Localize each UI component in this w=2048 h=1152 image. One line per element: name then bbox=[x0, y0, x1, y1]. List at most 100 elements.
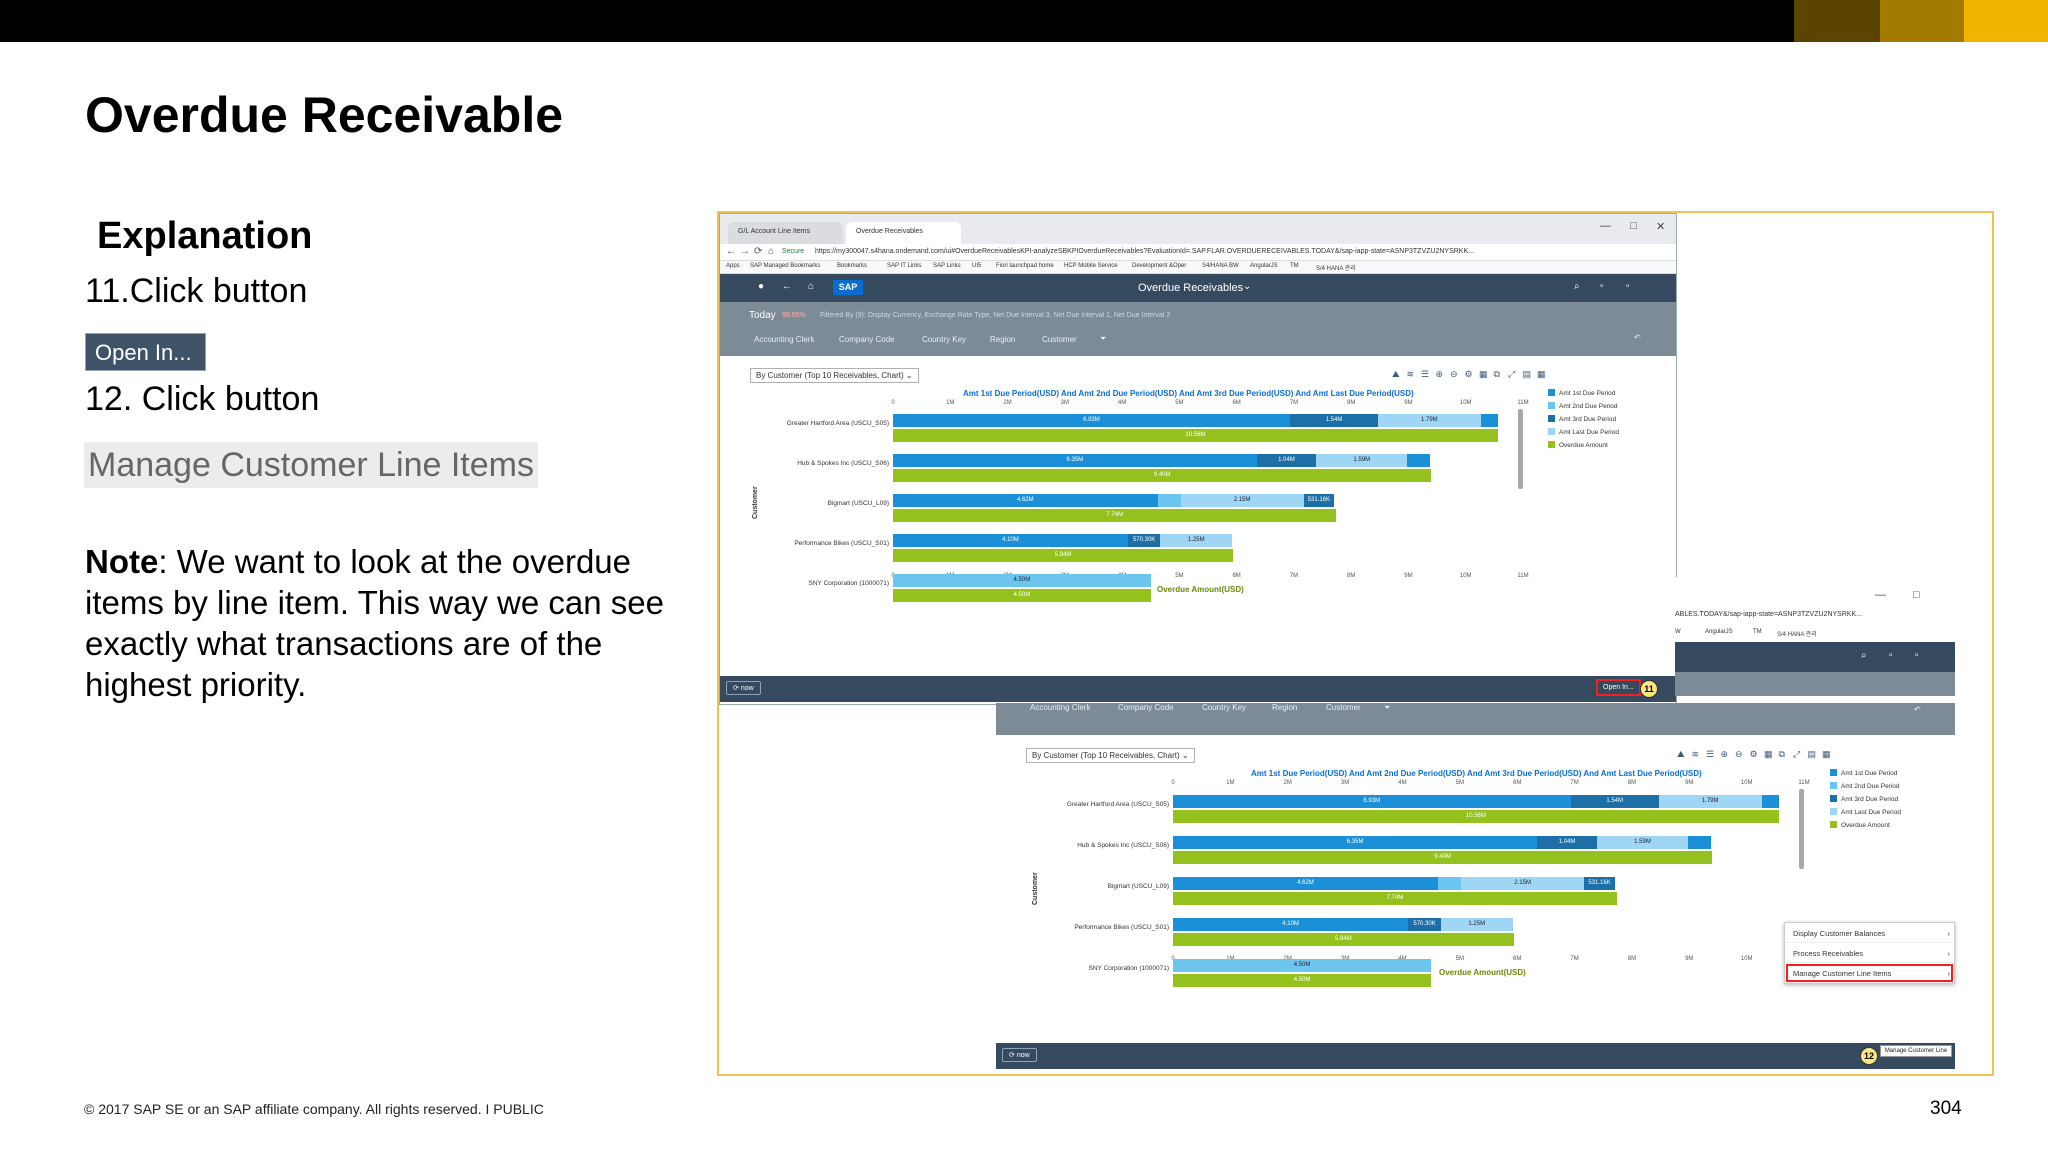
chart-toolbar-icon[interactable]: ▦ bbox=[1822, 749, 1831, 760]
chart-toolbar-icon[interactable]: ⤢ bbox=[1508, 369, 1515, 380]
home-icon[interactable]: ⌂ bbox=[768, 246, 774, 257]
browser-tab-overdue[interactable]: Overdue Receivables bbox=[846, 222, 961, 244]
filter-icon[interactable]: ⏷ bbox=[1100, 334, 1106, 344]
legend-label: Amt 3rd Due Period bbox=[1841, 796, 1899, 803]
notifications-icon[interactable]: ▫ bbox=[1889, 650, 1893, 661]
refresh-now-button[interactable]: ⟳ now bbox=[726, 681, 761, 695]
kpi-header-2-right bbox=[1675, 672, 1955, 696]
category-label: Performance Bikes (USCU_S01) bbox=[1074, 924, 1169, 931]
bookmark-item[interactable]: SAP IT Links bbox=[887, 263, 921, 269]
search-icon[interactable]: ⌕ bbox=[1861, 650, 1867, 661]
chart-toolbar-icon[interactable]: ⚙ bbox=[1750, 749, 1758, 760]
chevron-down-icon[interactable]: ⌄ bbox=[1243, 281, 1251, 292]
bookmark-item[interactable]: S/4 HANA 관리 bbox=[1316, 263, 1356, 272]
menu-item-manage-customer-line-items[interactable]: Manage Customer Line Items › bbox=[1785, 963, 1954, 983]
chart-toolbar-icon[interactable]: ▦ bbox=[1764, 749, 1773, 760]
home-icon[interactable]: ⌂ bbox=[808, 281, 814, 292]
app-title[interactable]: Overdue Receivables bbox=[1138, 282, 1243, 294]
menu-item-display-customer-balances[interactable]: Display Customer Balances › bbox=[1785, 923, 1954, 943]
chart-toolbar-icon[interactable]: ⧉ bbox=[1779, 749, 1785, 760]
copilot-icon[interactable]: ▫ bbox=[1915, 650, 1919, 661]
bookmark-item[interactable]: TM bbox=[1753, 629, 1762, 635]
address-bar[interactable]: ← → ⟳ ⌂ Secure https://my300047.s4hana.o… bbox=[720, 244, 1676, 261]
forward-icon[interactable]: → bbox=[740, 246, 750, 257]
chart-toolbar-icon[interactable]: ☰ bbox=[1421, 369, 1429, 380]
bookmark-item[interactable]: UI5 bbox=[972, 263, 981, 269]
chart-toolbar-icon[interactable]: ⧉ bbox=[1494, 369, 1500, 380]
undo-icon[interactable]: ↶ bbox=[1914, 705, 1921, 714]
search-icon[interactable]: ⌕ bbox=[1574, 281, 1580, 292]
maximize-icon[interactable]: □ bbox=[1913, 589, 1920, 601]
bookmark-item[interactable]: S/4 HANA 관리 bbox=[1777, 629, 1817, 638]
filter-icon[interactable]: ⏷ bbox=[1384, 703, 1390, 713]
back-icon[interactable]: ← bbox=[726, 246, 736, 257]
bookmark-item[interactable]: AngularJS bbox=[1250, 263, 1278, 269]
reload-icon[interactable]: ⟳ bbox=[754, 246, 762, 257]
bookmark-item[interactable]: SAP Links bbox=[933, 263, 961, 269]
filter-company-code[interactable]: Company Code bbox=[1118, 703, 1174, 712]
filter-accounting-clerk[interactable]: Accounting Clerk bbox=[1030, 703, 1090, 712]
chart-toolbar-icon[interactable]: ▤ bbox=[1523, 369, 1532, 380]
maximize-icon[interactable]: □ bbox=[1630, 220, 1637, 232]
notifications-icon[interactable]: ▫ bbox=[1600, 281, 1604, 292]
page-number: 304 bbox=[1930, 1098, 1962, 1119]
filter-company-code[interactable]: Company Code bbox=[839, 335, 895, 344]
filter-country-key[interactable]: Country Key bbox=[1202, 703, 1246, 712]
x-tick-top: 4M bbox=[1398, 780, 1407, 786]
chart-toolbar-icon[interactable]: ▤ bbox=[1808, 749, 1817, 760]
bookmark-item[interactable]: Development &Oper bbox=[1132, 263, 1186, 269]
bookmark-item[interactable]: HCP Mobile Service bbox=[1064, 263, 1118, 269]
undo-icon[interactable]: ↶ bbox=[1634, 333, 1641, 342]
minimize-icon[interactable]: — bbox=[1600, 220, 1611, 232]
bookmark-item[interactable]: Fiori launchpad home bbox=[996, 263, 1054, 269]
refresh-now-button[interactable]: ⟳ now bbox=[1002, 1048, 1037, 1062]
menu-item-process-receivables[interactable]: Process Receivables › bbox=[1785, 943, 1954, 963]
overdue-bar: 9.40M bbox=[1173, 851, 1713, 864]
chart-toolbar-icon[interactable]: ⛰ bbox=[1677, 749, 1685, 760]
back-icon[interactable]: ← bbox=[782, 281, 792, 292]
bookmark-item[interactable]: S4/HANA BW bbox=[1202, 263, 1239, 269]
chart-toolbar-icon[interactable]: ☰ bbox=[1706, 749, 1714, 760]
view-select[interactable]: By Customer (Top 10 Receivables, Chart) … bbox=[750, 368, 919, 383]
chart-toolbar-icon[interactable]: ⊕ bbox=[1721, 749, 1729, 760]
chart-toolbar-icon[interactable]: ▦ bbox=[1537, 369, 1546, 380]
chart-toolbar-icon[interactable]: ⚙ bbox=[1465, 369, 1473, 380]
filter-customer[interactable]: Customer bbox=[1042, 335, 1077, 344]
filter-region[interactable]: Region bbox=[1272, 703, 1297, 712]
user-icon[interactable]: ● bbox=[758, 281, 764, 292]
overdue-bar: 5.94M bbox=[893, 549, 1234, 562]
bookmark-item[interactable]: AngularJS bbox=[1705, 629, 1733, 635]
chart-toolbar-icon[interactable]: ≋ bbox=[1407, 369, 1415, 380]
url-text-2[interactable]: ABLES.TODAY&/sap-iapp-state=ASNP3TZVZU2N… bbox=[1675, 611, 1862, 618]
app-footer-bar: ⟳ now Open In... 11 bbox=[720, 676, 1676, 702]
copilot-icon[interactable]: ▫ bbox=[1626, 281, 1630, 292]
bookmark-item[interactable]: Bookmarks bbox=[837, 263, 867, 269]
bookmark-item[interactable]: TM bbox=[1290, 263, 1299, 269]
chart-toolbar-icon[interactable]: ⤢ bbox=[1793, 749, 1800, 760]
chart-toolbar-icon[interactable]: ⊖ bbox=[1735, 749, 1743, 760]
bar-segment: 6.35M bbox=[893, 454, 1257, 467]
chart-toolbar-icon[interactable]: ≋ bbox=[1692, 749, 1700, 760]
chart-toolbar-icon[interactable]: ⊕ bbox=[1436, 369, 1444, 380]
chart-toolbar-icon[interactable]: ▦ bbox=[1479, 369, 1488, 380]
chart-toolbar-icon[interactable]: ⊖ bbox=[1450, 369, 1458, 380]
chart-toolbar-icon[interactable]: ⛰ bbox=[1392, 369, 1400, 380]
browser-tab-gl[interactable]: G/L Account Line Items bbox=[728, 222, 843, 244]
bookmark-item[interactable]: SAP Managed Bookmarks bbox=[750, 263, 820, 269]
minimize-icon[interactable]: — bbox=[1875, 589, 1886, 601]
open-in-button[interactable]: Open In... bbox=[1596, 679, 1641, 696]
filter-customer[interactable]: Customer bbox=[1326, 703, 1361, 712]
filter-accounting-clerk[interactable]: Accounting Clerk bbox=[754, 335, 814, 344]
filter-region[interactable]: Region bbox=[990, 335, 1015, 344]
bar-segment bbox=[1761, 795, 1779, 808]
chart-scrollbar[interactable] bbox=[1799, 789, 1804, 869]
view-select[interactable]: By Customer (Top 10 Receivables, Chart) … bbox=[1026, 748, 1195, 763]
browser-window-1: G/L Account Line Items Overdue Receivabl… bbox=[719, 213, 1677, 705]
url-text[interactable]: https://my300047.s4hana.ondemand.com/ui#… bbox=[815, 248, 1474, 255]
bookmark-item[interactable]: Apps bbox=[726, 263, 740, 269]
bookmark-item[interactable]: W bbox=[1675, 629, 1681, 635]
chart-scrollbar[interactable] bbox=[1518, 409, 1523, 489]
filter-country-key[interactable]: Country Key bbox=[922, 335, 966, 344]
legend-item: Overdue Amount bbox=[1548, 441, 1608, 449]
close-icon[interactable]: ✕ bbox=[1656, 220, 1665, 233]
